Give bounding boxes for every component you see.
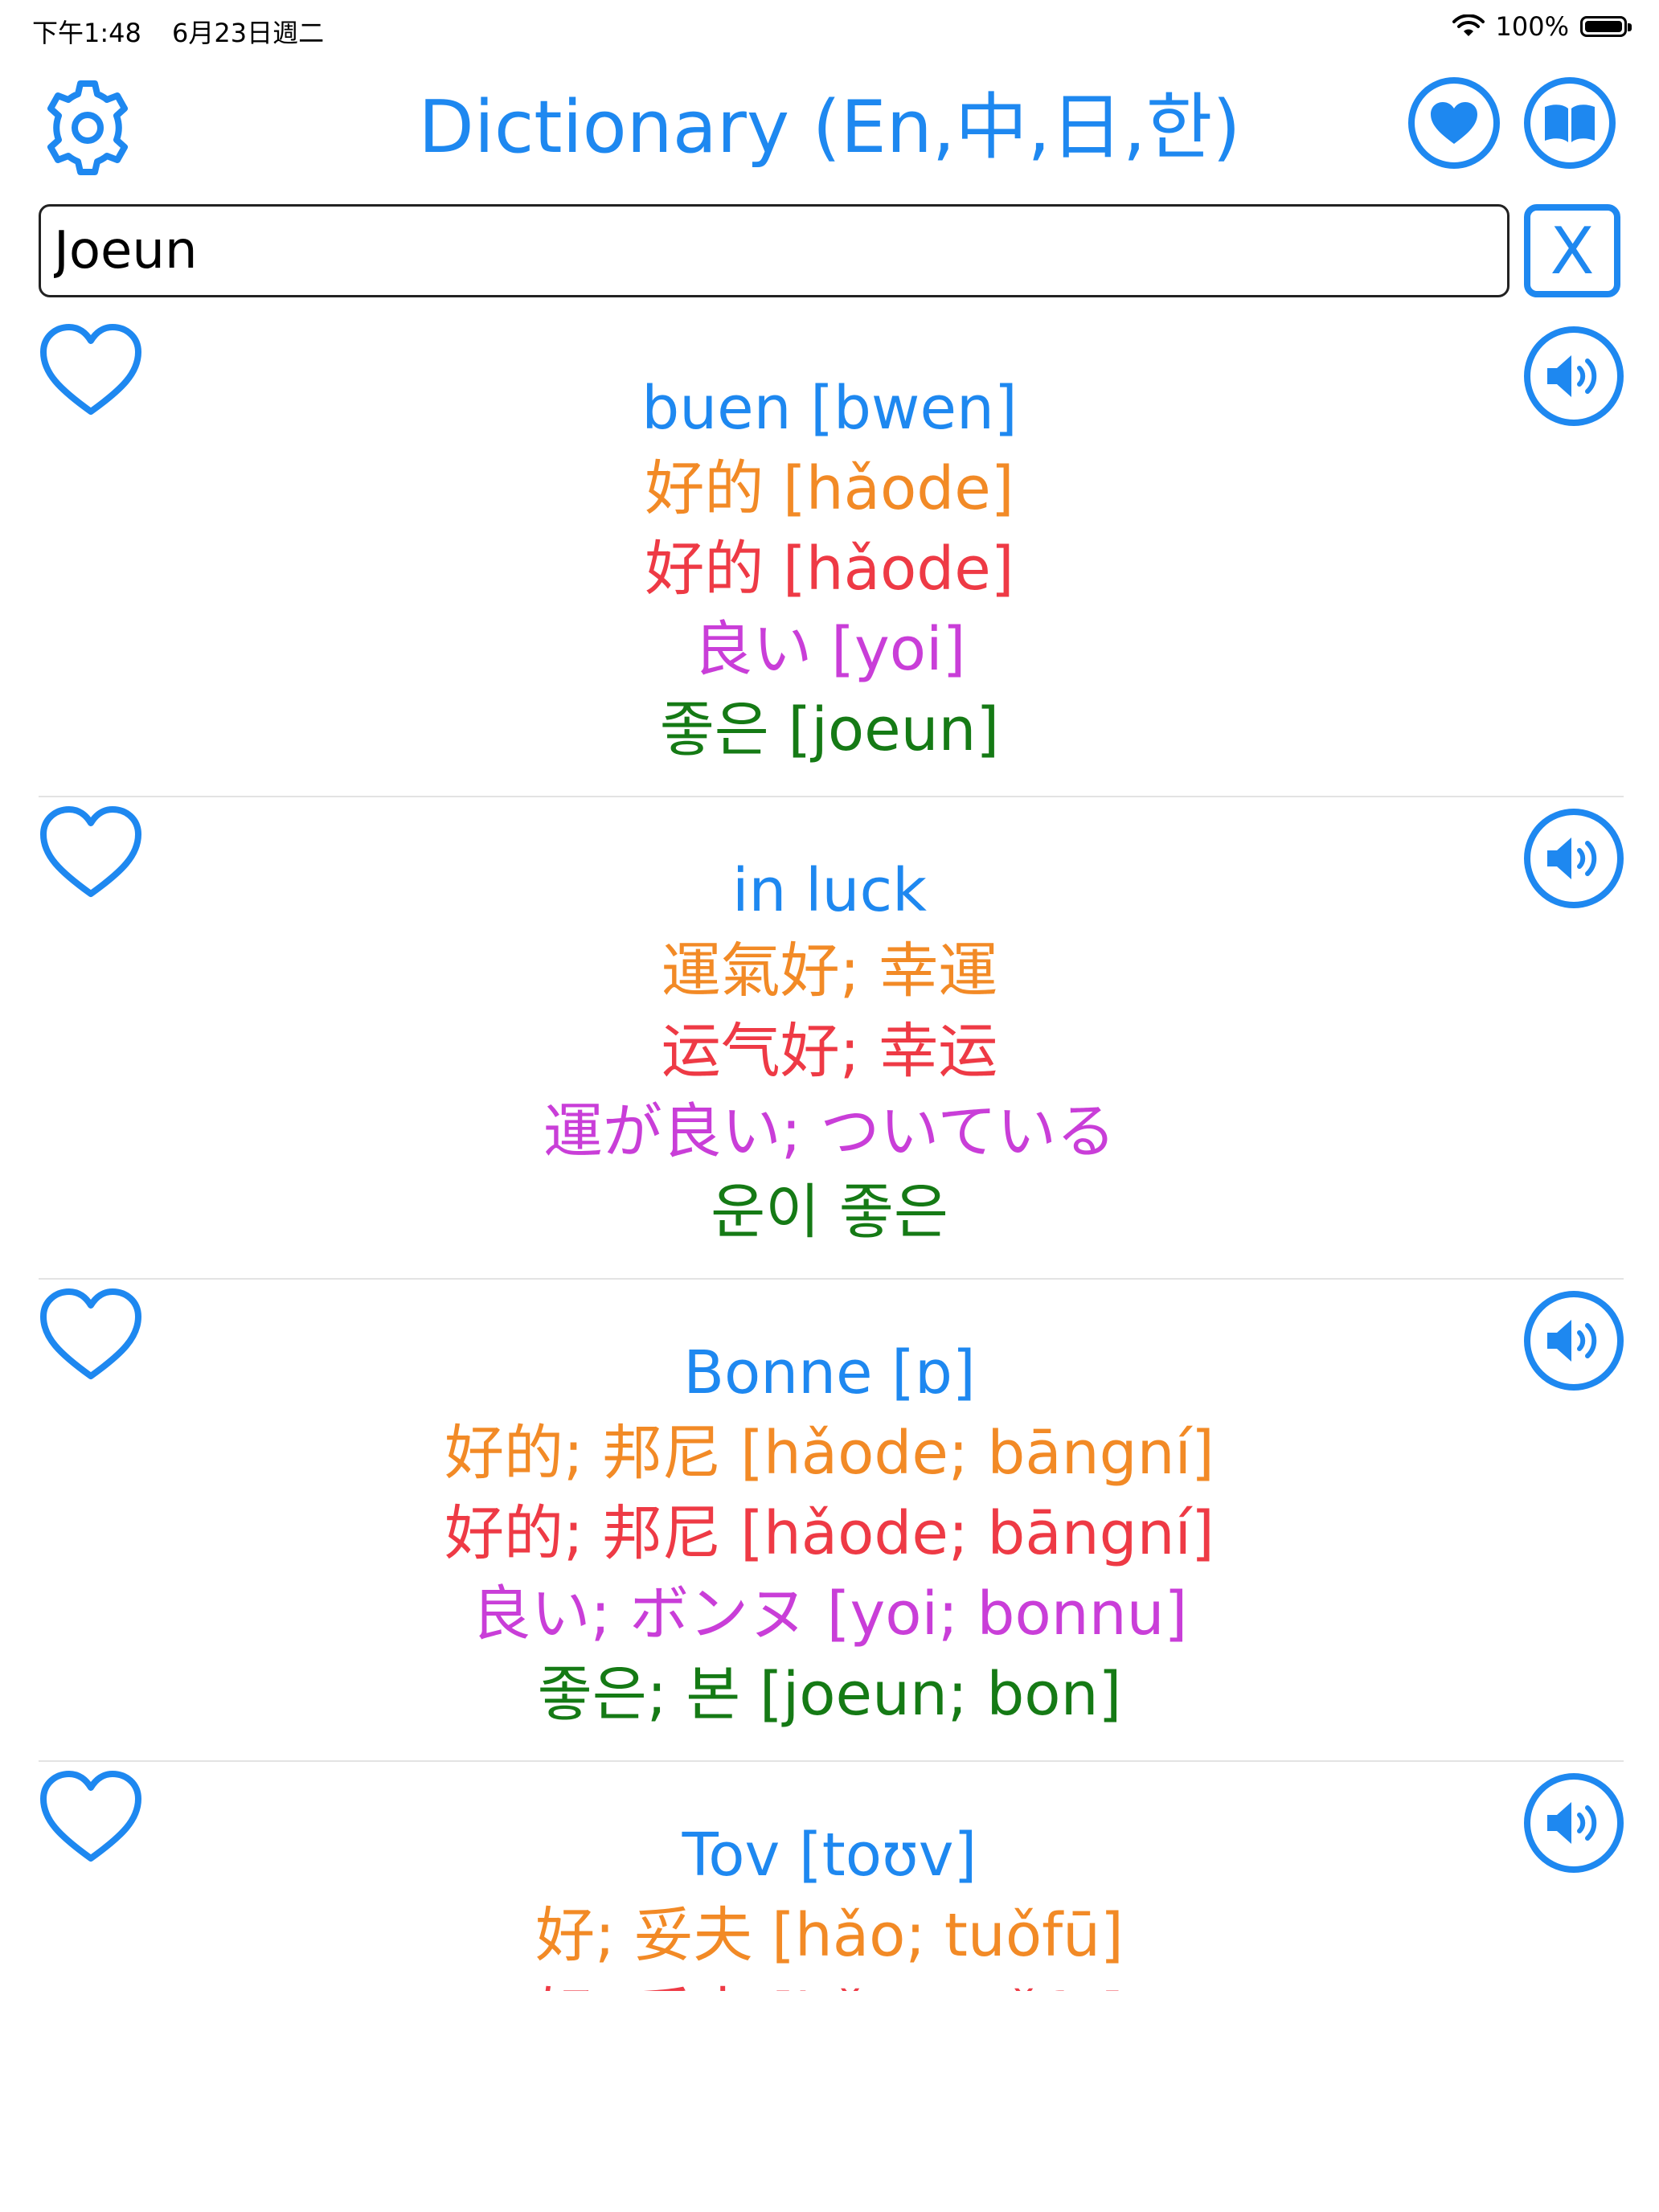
simplified-chinese-translation: 好的 [hǎode]	[645, 535, 1014, 604]
japanese-translation: 良い; ボンヌ [yoi; bonnu]	[471, 1579, 1188, 1649]
english-translation: Bonne [ɒ]	[683, 1338, 976, 1407]
dictionary-book-button[interactable]	[1524, 77, 1616, 169]
result-entry[interactable]: Tov [toʊv] 好; 妥夫 [hǎo; tuǒfū] 好; 妥夫 [hǎo…	[0, 1762, 1659, 1991]
traditional-chinese-translation: 好的 [hǎode]	[645, 454, 1014, 523]
status-bar: 下午1:48 6月23日週二 100%	[0, 0, 1659, 61]
wifi-icon	[1452, 14, 1485, 36]
status-left: 下午1:48 6月23日週二	[32, 13, 346, 50]
english-translation: buen [bwen]	[641, 374, 1018, 443]
result-entry[interactable]: buen [bwen] 好的 [hǎode] 好的 [hǎode] 良い [yo…	[0, 315, 1659, 797]
results-list[interactable]: buen [bwen] 好的 [hǎode] 好的 [hǎode] 良い [yo…	[0, 315, 1659, 1991]
search-input[interactable]	[39, 204, 1509, 297]
english-translation: in luck	[732, 856, 927, 925]
japanese-translation: 良い [yoi]	[693, 615, 966, 684]
korean-translation: 운이 좋은	[711, 1178, 948, 1247]
translation-lines: Tov [toʊv] 好; 妥夫 [hǎo; tuǒfū] 好; 妥夫 [hǎo…	[0, 1815, 1659, 1991]
result-entry[interactable]: in luck 運氣好; 幸運 运气好; 幸运 運が良い; ついている 운이 좋…	[0, 797, 1659, 1280]
status-date: 6月23日週二	[172, 18, 325, 48]
status-time: 下午1:48	[32, 18, 141, 48]
translation-lines: Bonne [ɒ] 好的; 邦尼 [hǎode; bāngní] 好的; 邦尼 …	[0, 1333, 1659, 1735]
korean-translation: 좋은 [joeun]	[659, 695, 1000, 764]
traditional-chinese-translation: 好; 妥夫 [hǎo; tuǒfū]	[535, 1901, 1124, 1970]
korean-translation: 좋은; 본 [joeun; bon]	[537, 1660, 1122, 1729]
heart-filled-icon	[1431, 102, 1477, 144]
traditional-chinese-translation: 好的; 邦尼 [hǎode; bāngní]	[444, 1419, 1215, 1488]
book-icon	[1545, 104, 1595, 142]
battery-percent: 100%	[1495, 11, 1569, 42]
english-translation: Tov [toʊv]	[682, 1821, 977, 1890]
clear-search-button[interactable]: X	[1524, 204, 1620, 297]
translation-lines: in luck 運氣好; 幸運 运气好; 幸运 運が良い; ついている 운이 좋…	[0, 850, 1659, 1252]
search-row: X	[0, 204, 1659, 299]
result-entry[interactable]: Bonne [ɒ] 好的; 邦尼 [hǎode; bāngní] 好的; 邦尼 …	[0, 1280, 1659, 1762]
status-right: 100%	[1452, 11, 1632, 42]
translation-lines: buen [bwen] 好的 [hǎode] 好的 [hǎode] 良い [yo…	[0, 368, 1659, 770]
simplified-chinese-translation: 好的; 邦尼 [hǎode; bāngní]	[444, 1499, 1215, 1568]
simplified-chinese-translation: 好; 妥夫 [hǎo; tuǒfū]	[0, 1976, 1659, 1991]
traditional-chinese-translation: 運氣好; 幸運	[661, 936, 998, 1006]
favorites-button[interactable]	[1408, 77, 1500, 169]
header: Dictionary (En,中,日,한)	[0, 72, 1659, 177]
simplified-chinese-translation: 运气好; 幸运	[661, 1017, 998, 1086]
battery-icon	[1580, 16, 1632, 37]
japanese-translation: 運が良い; ついている	[543, 1097, 1116, 1166]
